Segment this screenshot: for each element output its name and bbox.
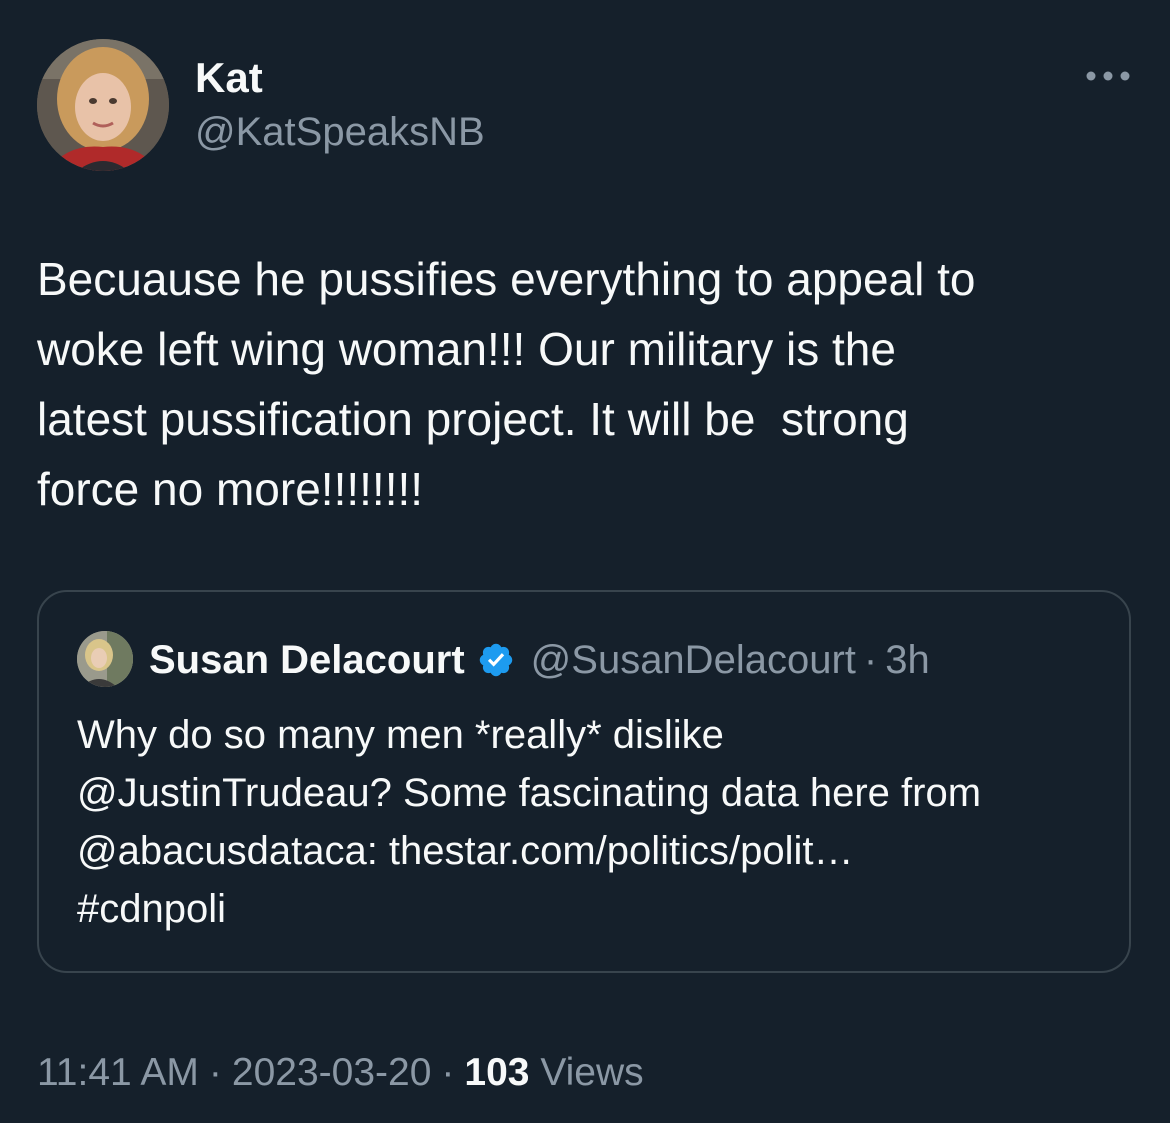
more-options-button[interactable] [1080, 58, 1136, 94]
more-horizontal-icon [1086, 71, 1130, 81]
quoted-tweet-header: Susan Delacourt @SusanDelacourt · 3h [149, 632, 930, 688]
views-count: 103 [464, 1051, 530, 1094]
tweet-date[interactable]: 2023-03-20 [232, 1051, 432, 1094]
meta-separator: · [441, 1051, 455, 1094]
quoted-tweet-text: Why do so many men *really* dislike @Jus… [77, 713, 982, 931]
verified-badge-icon [479, 643, 512, 677]
views-label: Views [540, 1051, 644, 1094]
quoted-tweet-separator: · [863, 637, 878, 682]
quoted-tweet-card[interactable]: Susan Delacourt @SusanDelacourt · 3h Why… [37, 590, 1131, 973]
quoted-author-avatar[interactable] [77, 631, 133, 687]
quoted-author-avatar-image [77, 631, 133, 687]
quoted-tweet-time[interactable]: 3h [885, 638, 930, 683]
author-avatar[interactable] [37, 39, 169, 171]
tweet-text: Becuause he pussifies everything to appe… [37, 253, 976, 515]
quoted-author-display-name[interactable]: Susan Delacourt [149, 638, 465, 683]
author-handle[interactable]: @KatSpeaksNB [195, 108, 485, 156]
meta-separator: · [208, 1051, 222, 1094]
author-avatar-image [37, 39, 169, 171]
tweet-time[interactable]: 11:41 AM [37, 1051, 199, 1094]
author-display-name[interactable]: Kat [195, 54, 263, 102]
tweet: Kat @KatSpeaksNB Becuause he pussifies e… [0, 0, 1170, 1123]
tweet-meta: 11:41 AM · 2023-03-20 · 103 Views [37, 1048, 644, 1098]
quoted-author-handle[interactable]: @SusanDelacourt [531, 638, 856, 683]
